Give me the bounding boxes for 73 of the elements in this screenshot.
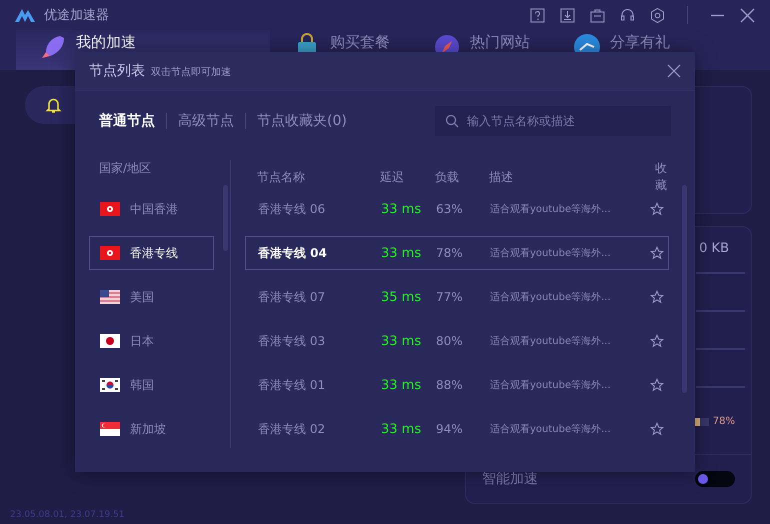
node-description: 适合观看youtube等海外... <box>490 202 612 216</box>
region-item[interactable]: 日本 <box>89 324 214 358</box>
node-row[interactable]: 香港专线 07 35 ms 77% 适合观看youtube等海外... <box>245 280 669 314</box>
download-icon[interactable] <box>559 6 576 24</box>
node-name: 香港专线 03 <box>258 332 326 350</box>
flag-icon <box>100 290 120 304</box>
column-header: 节点名称 <box>257 168 306 186</box>
star-icon[interactable] <box>650 422 664 436</box>
region-item[interactable]: 韩国 <box>89 368 214 402</box>
star-icon[interactable] <box>650 202 664 216</box>
node-name: 香港专线 02 <box>258 420 326 438</box>
region-item[interactable]: 美国 <box>89 280 214 314</box>
node-tab[interactable]: 节点收藏夹(0) <box>257 112 347 130</box>
help-icon[interactable] <box>529 6 546 24</box>
node-row[interactable]: 香港专线 03 33 ms 80% 适合观看youtube等海外... <box>245 324 669 358</box>
logo-icon <box>14 7 36 23</box>
node-description: 适合观看youtube等海外... <box>490 378 612 392</box>
star-icon[interactable] <box>650 290 664 304</box>
region-item[interactable]: 中国香港 <box>89 192 214 226</box>
load-value: 88% <box>436 378 464 392</box>
star-icon[interactable] <box>650 246 664 260</box>
settings-icon[interactable] <box>649 6 666 24</box>
node-name: 香港专线 01 <box>258 376 326 394</box>
latency-value: 33 ms <box>381 202 422 216</box>
star-icon[interactable] <box>650 334 664 348</box>
smart-boost-label: 智能加速 <box>482 470 538 488</box>
region-item[interactable]: 香港专线 <box>89 236 214 270</box>
load-value: 77% <box>436 290 464 304</box>
node-description: 适合观看youtube等海外... <box>490 334 612 348</box>
node-name: 香港专线 04 <box>258 244 328 262</box>
load-value: 80% <box>436 334 464 348</box>
smart-boost-toggle[interactable] <box>695 471 735 487</box>
star-icon[interactable] <box>650 378 664 392</box>
node-tab[interactable]: 高级节点 <box>178 112 234 130</box>
node-row[interactable]: 香港专线 01 33 ms 88% 适合观看youtube等海外... <box>245 368 669 402</box>
node-description: 适合观看youtube等海外... <box>490 246 612 260</box>
search-field[interactable]: 输入节点名称或描述 <box>435 106 671 136</box>
node-description: 适合观看youtube等海外... <box>490 290 612 304</box>
headset-icon[interactable] <box>619 6 636 24</box>
bell-icon[interactable] <box>45 96 62 114</box>
column-header: 描述 <box>489 168 514 186</box>
node-tab[interactable]: 普通节点 <box>99 112 155 130</box>
close-button[interactable] <box>667 64 681 78</box>
node-name: 香港专线 06 <box>258 200 326 218</box>
latency-value: 33 ms <box>381 378 422 392</box>
column-header: 负载 <box>435 168 460 186</box>
column-header: 收藏 <box>654 160 668 194</box>
node-row[interactable]: 香港专线 06 33 ms 63% 适合观看youtube等海外... <box>245 192 669 226</box>
load-value: 63% <box>436 202 464 216</box>
node-name: 香港专线 07 <box>258 288 326 306</box>
node-row[interactable]: 香港专线 04 33 ms 78% 适合观看youtube等海外... <box>245 236 669 270</box>
version-text: 23.05.08.01, 23.07.19.51 <box>10 510 125 520</box>
latency-value: 35 ms <box>381 290 422 304</box>
region-item[interactable]: 新加坡 <box>89 412 214 446</box>
flag-icon <box>100 246 120 260</box>
latency-value: 33 ms <box>381 334 422 348</box>
node-row[interactable]: 香港专线 02 33 ms 94% 适合观看youtube等海外... <box>245 412 669 446</box>
close-icon[interactable] <box>739 6 756 24</box>
load-value: 94% <box>436 422 464 436</box>
column-header: 延迟 <box>380 168 405 186</box>
latency-value: 33 ms <box>381 246 422 260</box>
briefcase-icon[interactable] <box>589 6 606 24</box>
node-description: 适合观看youtube等海外... <box>490 422 612 436</box>
column-header: 国家/地区 <box>98 160 152 177</box>
load-value: 78% <box>436 246 464 260</box>
traffic-value: 0 KB <box>699 241 729 256</box>
window-title: 优途加速器 <box>44 7 109 24</box>
flag-icon <box>100 202 120 216</box>
flag-icon <box>100 334 120 348</box>
latency-value: 33 ms <box>381 422 422 436</box>
flag-icon <box>100 422 120 436</box>
flag-icon <box>100 378 120 392</box>
load-percent: 78% <box>712 416 735 427</box>
